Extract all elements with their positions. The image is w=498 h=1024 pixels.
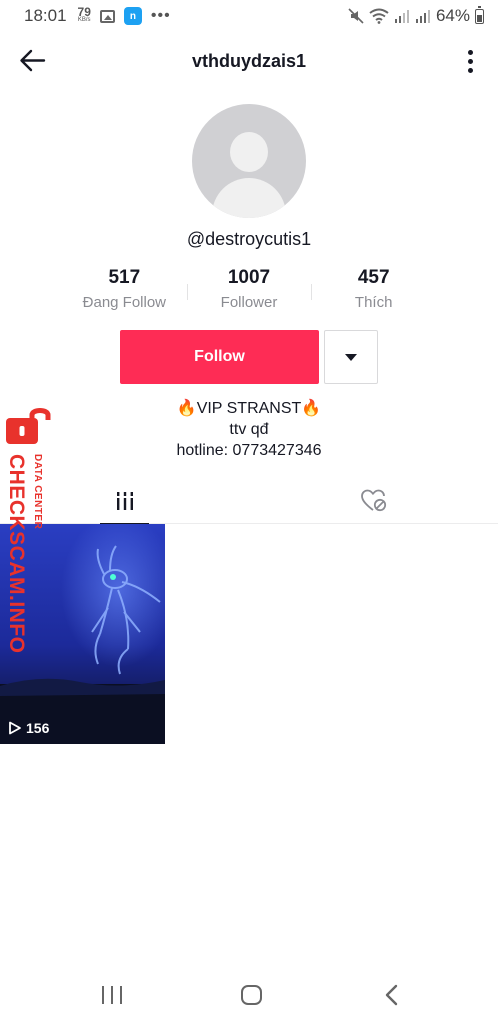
network-speed-value: 79 — [77, 5, 91, 19]
more-vertical-icon-dot — [467, 67, 473, 73]
profile-stats: 517 Đang Follow 1007 Follower 457 Thích — [62, 266, 436, 318]
liked-hidden-icon — [360, 489, 386, 512]
more-options-button[interactable] — [464, 46, 476, 76]
video-view-count: 156 — [8, 720, 49, 736]
system-navigation-bar — [0, 974, 498, 1018]
stat-likes-label: Thích — [354, 294, 393, 311]
username: @destroycutis1 — [186, 229, 312, 249]
mute-icon — [348, 8, 364, 24]
chevron-down-icon — [345, 353, 357, 361]
bio-line: ttv qđ — [229, 421, 269, 438]
recent-apps-icon — [102, 986, 104, 1004]
more-vertical-icon-dot — [467, 58, 473, 64]
profile-tabs — [0, 478, 498, 525]
avatar[interactable] — [192, 104, 306, 218]
profile-bio: 🔥VIP STRANST🔥 ttv qđ hotline: 0773427346 — [0, 398, 498, 461]
avatar-placeholder-body — [212, 178, 286, 218]
system-back-button[interactable] — [382, 983, 404, 1007]
app-notification-icon: n — [123, 7, 142, 25]
stat-likes-value: 457 — [357, 267, 390, 288]
network-speed: 79 KB/s — [77, 5, 91, 24]
stat-followers[interactable]: 1007 Follower — [186, 266, 312, 318]
stat-likes[interactable]: 457 Thích — [311, 266, 436, 318]
gallery-notification-icon — [99, 9, 115, 23]
stat-following-value: 517 — [108, 267, 141, 288]
video-thumbnail[interactable]: 156 — [0, 524, 165, 744]
profile-header: vthduydzais1 — [0, 36, 498, 86]
suggested-accounts-button[interactable] — [324, 330, 378, 384]
tab-liked[interactable] — [349, 478, 398, 524]
chevron-left-icon — [385, 984, 398, 1006]
recent-apps-button[interactable] — [102, 986, 122, 1004]
status-right: 64% — [348, 5, 484, 26]
status-time: 18:01 — [24, 6, 67, 25]
grid-icon — [116, 492, 133, 510]
play-icon — [9, 721, 21, 735]
back-button[interactable] — [18, 46, 48, 76]
video-view-count-value: 156 — [26, 720, 50, 736]
home-button[interactable] — [241, 985, 262, 1005]
stat-following-label: Đang Follow — [82, 294, 167, 311]
battery-percent: 64% — [435, 6, 470, 25]
wifi-icon — [369, 8, 389, 24]
battery-icon — [475, 5, 484, 24]
stat-followers-value: 1007 — [227, 267, 271, 288]
bio-line: hotline: 0773427346 — [176, 442, 322, 459]
bio-line: 🔥VIP STRANST🔥 — [176, 400, 322, 417]
more-notifications-icon: ••• — [150, 7, 171, 24]
video-preview-image — [0, 524, 165, 744]
avatar-placeholder-head — [230, 132, 268, 172]
tab-videos[interactable] — [100, 478, 149, 525]
status-bar: 18:01 79 KB/s n ••• 64% — [0, 0, 498, 32]
follow-button[interactable]: Follow — [120, 330, 319, 384]
status-left: 18:01 79 KB/s n ••• — [24, 6, 171, 26]
page-title: vthduydzais1 — [191, 50, 307, 71]
stat-following[interactable]: 517 Đang Follow — [62, 266, 187, 318]
signal-1-icon — [394, 10, 409, 23]
recent-apps-icon — [111, 986, 113, 1004]
signal-2-icon — [415, 10, 430, 23]
more-vertical-icon-dot — [467, 49, 473, 55]
arrow-left-icon — [20, 49, 46, 72]
network-speed-unit: KB/s — [77, 17, 91, 23]
stat-followers-label: Follower — [220, 294, 278, 311]
recent-apps-icon — [120, 986, 122, 1004]
